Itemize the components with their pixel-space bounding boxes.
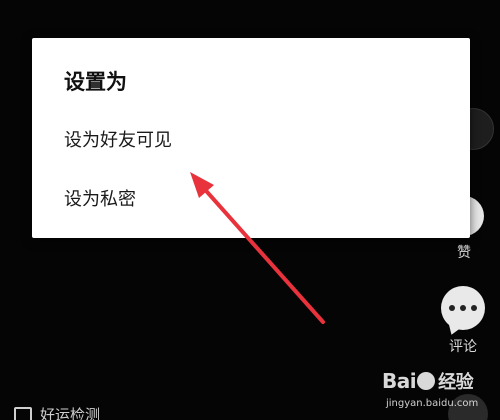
baidu-jingyan-watermark: Bai 经验 jingyan.baidu.com xyxy=(382,368,494,416)
comment-icon xyxy=(441,286,485,330)
option-private[interactable]: 设为私密 xyxy=(64,185,136,211)
bottom-tag[interactable]: 好运检测 xyxy=(14,404,100,420)
comment-label: 评论 xyxy=(449,339,477,355)
watermark-url: jingyan.baidu.com xyxy=(386,398,479,409)
option-friends-visible[interactable]: 设为好友可见 xyxy=(64,126,172,152)
visibility-dialog: 设置为 设为好友可见 设为私密 xyxy=(32,38,470,238)
paw-icon xyxy=(417,372,436,390)
bottom-tag-label: 好运检测 xyxy=(40,406,101,420)
comment-button[interactable]: 评论 xyxy=(437,286,489,356)
video-screen: 赞 评论 好运检测 设置为 设为好友可见 设为私密 Bai 经验 jingyan.… xyxy=(0,0,500,420)
dialog-title: 设置为 xyxy=(64,70,127,94)
watermark-brand: Bai xyxy=(382,369,417,393)
like-label: 赞 xyxy=(457,245,471,261)
watermark-brand-suffix: 经验 xyxy=(438,372,474,393)
tag-icon xyxy=(14,406,32,420)
